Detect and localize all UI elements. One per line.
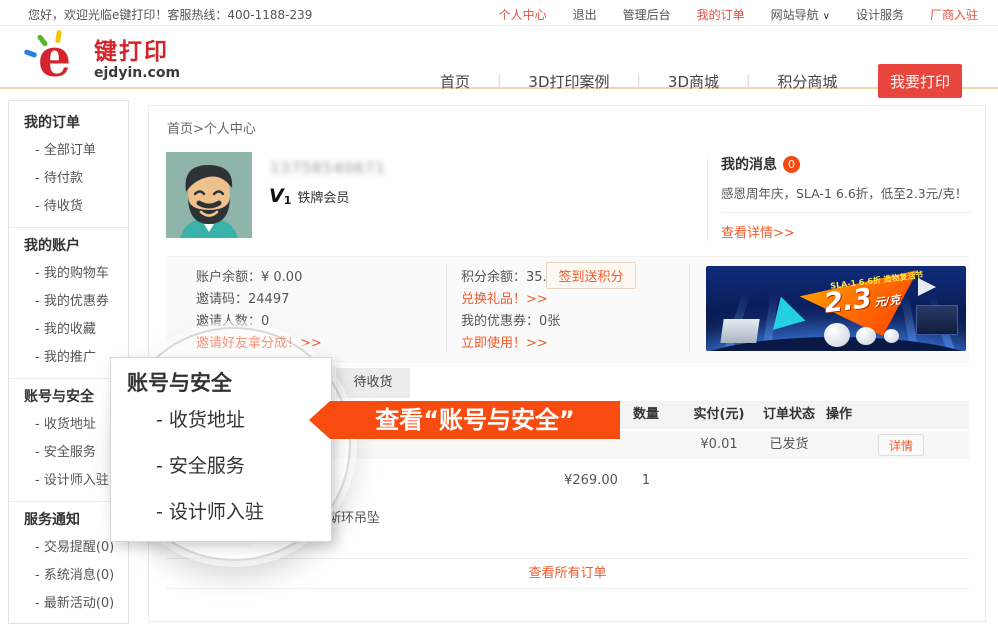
- member-level: V 1 铁牌会员: [269, 185, 349, 207]
- nav-3d-mall[interactable]: 3D商城: [668, 71, 719, 92]
- nav-divider: |: [497, 74, 501, 89]
- account-balance: 账户余额：¥ 0.00: [196, 267, 322, 289]
- member-level-icon: V: [269, 185, 284, 207]
- toplink-vendor-join[interactable]: 厂商入驻: [930, 6, 978, 23]
- username-text: 13758540671: [270, 159, 386, 177]
- column-divider: [689, 265, 690, 353]
- logo-domain-text: ejdyin.com: [94, 65, 180, 81]
- magnified-menu-panel: 账号与安全 - 收货地址 - 安全服务 - 设计师入驻: [110, 357, 332, 542]
- banner-3d-object: [824, 323, 850, 347]
- sidebar-item-coupons[interactable]: - 我的优惠券: [9, 288, 128, 316]
- nav-home[interactable]: 首页: [440, 71, 470, 92]
- topbar-links: 个人中心 退出 管理后台 我的订单 网站导航∨ 设计服务 厂商入驻: [473, 6, 978, 23]
- view-details-link[interactable]: 查看详情>>: [721, 222, 795, 241]
- magnified-item-security-service: - 安全服务: [156, 443, 331, 489]
- greeting-text: 您好，欢迎光临e键打印！客服热线：400-1188-239: [28, 6, 312, 23]
- magnified-title-account-security: 账号与安全: [127, 367, 331, 397]
- page: 您好，欢迎光临e键打印！客服热线：400-1188-239 个人中心 退出 管理…: [0, 0, 998, 635]
- toplink-my-orders[interactable]: 我的订单: [697, 6, 745, 23]
- callout-arrow-banner: 查看“账号与安全”: [330, 401, 620, 439]
- banner-3d-object: [856, 327, 876, 345]
- invite-code: 邀请码：24497: [196, 289, 322, 311]
- sidebar-title-my-orders: 我的订单: [9, 109, 128, 137]
- view-all-orders-link[interactable]: 查看所有订单: [528, 566, 606, 581]
- message-divider: [721, 212, 971, 213]
- invite-count: 邀请人数：0: [196, 311, 322, 333]
- order-detail-button[interactable]: 详情: [878, 434, 924, 456]
- sidebar-item-latest-activity[interactable]: - 最新活动(0): [9, 590, 128, 618]
- magnified-item-shipping-address: - 收货地址: [156, 397, 331, 443]
- sidebar-item-system-message[interactable]: - 系统消息(0): [9, 562, 128, 590]
- messages-block: 我的消息 0 感恩周年庆，SLA-1 6.6折，低至2.3元/克！ 查看详情>>: [707, 154, 979, 241]
- sidebar-item-all-orders[interactable]: - 全部订单: [9, 137, 128, 165]
- logo-brand-text: 键打印: [94, 39, 180, 65]
- message-text: 感恩周年庆，SLA-1 6.6折，低至2.3元/克！: [721, 183, 979, 202]
- member-level-label: 铁牌会员: [297, 187, 349, 206]
- main-nav: 首页 | 3D打印案例 | 3D商城 | 积分商城: [440, 71, 837, 92]
- magnified-item-designer-join: - 设计师入驻: [156, 489, 331, 535]
- use-now-link[interactable]: 立即使用！>>: [461, 333, 560, 355]
- banner-printer-object: [916, 305, 958, 335]
- tab-pending-receipt[interactable]: 待收货: [336, 368, 410, 398]
- sidebar-item-pending-payment[interactable]: - 待付款: [9, 165, 128, 193]
- view-all-row: 查看所有订单: [166, 559, 969, 589]
- coupons-count: 我的优惠券：0张: [461, 311, 560, 333]
- order-status: 已发货: [759, 431, 819, 459]
- sidebar-title-my-account: 我的账户: [9, 232, 128, 260]
- banner-3d-object: [884, 329, 899, 343]
- invite-friends-link[interactable]: 邀请好友拿分成！>>: [196, 333, 322, 355]
- toplink-admin[interactable]: 管理后台: [623, 6, 671, 23]
- logo[interactable]: e 键打印 ejdyin.com: [26, 31, 180, 87]
- toplink-profile[interactable]: 个人中心: [499, 6, 547, 23]
- logo-e-icon: e: [26, 31, 88, 87]
- toplink-site-nav[interactable]: 网站导航∨: [771, 6, 830, 23]
- col-header-action: 操作: [819, 401, 859, 429]
- banner-printer-object: [720, 319, 759, 343]
- redeem-gifts-link[interactable]: 兑换礼品！>>: [461, 289, 560, 311]
- breadcrumb[interactable]: 首页>个人中心: [167, 118, 256, 137]
- nav-divider: |: [637, 74, 641, 89]
- chevron-down-icon: ∨: [823, 11, 830, 22]
- messages-title: 我的消息: [721, 154, 777, 174]
- promo-banner[interactable]: SLA-1 6.6折 造物复活节 2.3元/克: [706, 266, 966, 351]
- account-summary: 账户余额：¥ 0.00 邀请码：24497 邀请人数：0 邀请好友拿分成！>> …: [166, 256, 969, 362]
- messages-count-badge: 0: [783, 156, 800, 173]
- column-divider: [446, 265, 447, 353]
- print-now-button[interactable]: 我要打印: [878, 64, 962, 98]
- nav-divider: |: [746, 74, 750, 89]
- product-qty: 1: [616, 473, 676, 488]
- sidebar-section-account: 我的账户 - 我的购物车 - 我的优惠券 - 我的收藏 - 我的推广: [9, 227, 128, 378]
- nav-3d-print-cases[interactable]: 3D打印案例: [528, 71, 609, 92]
- toplink-logout[interactable]: 退出: [573, 6, 597, 23]
- sidebar-section-orders: 我的订单 - 全部订单 - 待付款 - 待收货: [9, 105, 128, 227]
- avatar: [166, 152, 252, 238]
- nav-points-mall[interactable]: 积分商城: [777, 71, 837, 92]
- sidebar-item-pending-receipt[interactable]: - 待收货: [9, 193, 128, 221]
- checkin-points-button[interactable]: 签到送积分: [546, 262, 636, 289]
- toplink-design-service[interactable]: 设计服务: [856, 6, 904, 23]
- sidebar-item-cart[interactable]: - 我的购物车: [9, 260, 128, 288]
- col-header-status: 订单状态: [759, 401, 819, 429]
- col-header-qty: 数量: [616, 401, 676, 429]
- order-paid-amount: ¥0.01: [679, 431, 759, 459]
- sidebar-item-favorites[interactable]: - 我的收藏: [9, 316, 128, 344]
- topbar: 您好，欢迎光临e键打印！客服热线：400-1188-239 个人中心 退出 管理…: [0, 0, 998, 26]
- col-header-paid: 实付(元): [679, 401, 759, 429]
- header: e 键打印 ejdyin.com 首页 | 3D打印案例 | 3D商城 | 积分…: [0, 27, 998, 89]
